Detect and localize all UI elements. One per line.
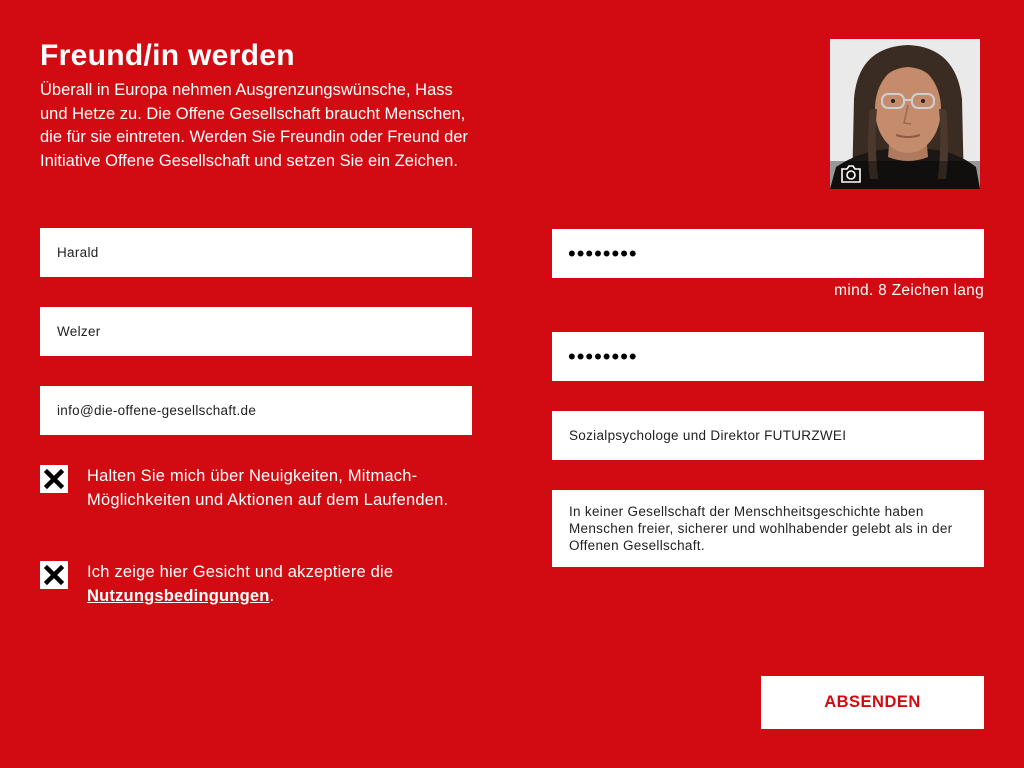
first-name-input[interactable] xyxy=(40,228,472,277)
change-photo-button[interactable] xyxy=(830,161,980,189)
terms-suffix: . xyxy=(269,586,275,605)
page-title: Freund/in werden xyxy=(40,39,295,72)
statement-textarea[interactable]: In keiner Gesellschaft der Menschheitsge… xyxy=(552,490,984,567)
camera-icon xyxy=(841,165,861,183)
terms-prefix: Ich zeige hier Gesicht und akzeptiere di… xyxy=(87,563,394,581)
last-name-input[interactable] xyxy=(40,307,472,356)
email-input[interactable] xyxy=(40,386,472,435)
checkmark-x-icon xyxy=(43,564,65,586)
terms-checkbox[interactable] xyxy=(40,561,68,589)
password-confirm-input[interactable] xyxy=(552,332,984,381)
password-hint: mind. 8 Zeichen lang xyxy=(834,282,984,299)
terms-label: Ich zeige hier Gesicht und akzeptiere di… xyxy=(87,561,457,608)
newsletter-label: Halten Sie mich über Neuigkeiten, Mitmac… xyxy=(87,467,449,509)
newsletter-checkbox[interactable] xyxy=(40,465,68,493)
intro-text: Überall in Europa nehmen Ausgrenzungswün… xyxy=(40,81,469,170)
checkmark-x-icon xyxy=(43,468,65,490)
terms-link[interactable]: Nutzungsbedingungen xyxy=(87,587,270,605)
profile-photo[interactable] xyxy=(830,39,980,189)
occupation-input[interactable] xyxy=(552,411,984,460)
submit-button[interactable]: ABSENDEN xyxy=(761,676,984,729)
password-input[interactable] xyxy=(552,229,984,278)
